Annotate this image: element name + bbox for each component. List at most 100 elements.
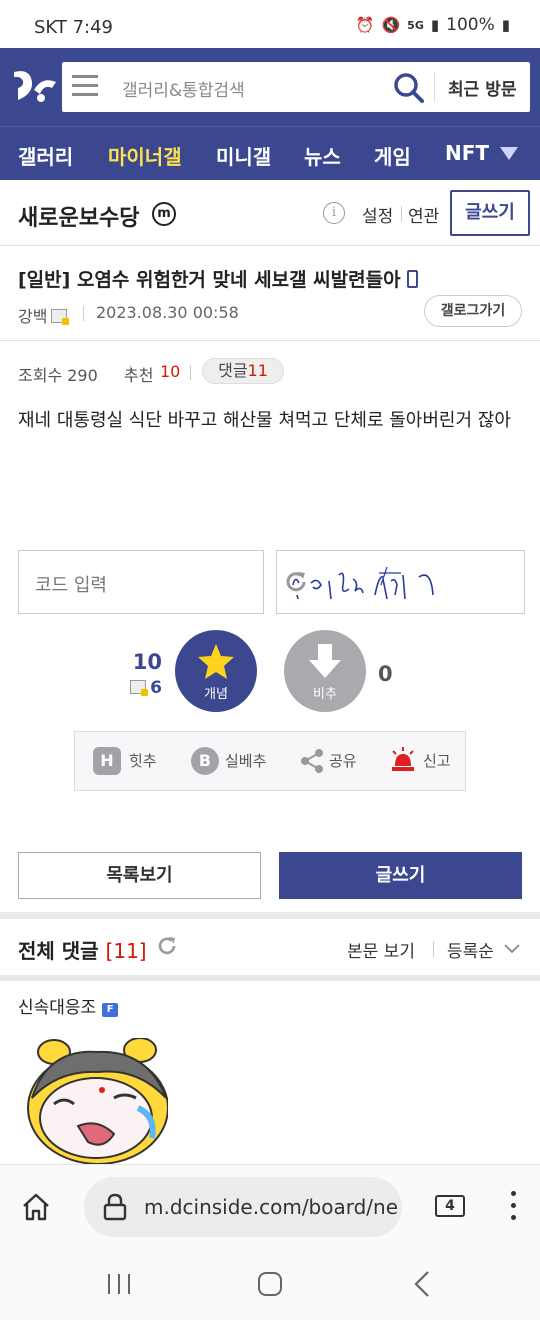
post-body: 재네 대통령실 식단 바꾸고 해산물 쳐먹고 단체로 돌아버린거 잖아: [18, 410, 511, 431]
captcha-scribble-icon: [292, 566, 434, 600]
sort-order-select[interactable]: 등록순: [447, 937, 494, 962]
list-button[interactable]: 목록보기: [18, 852, 261, 899]
tabs-button[interactable]: 4: [435, 1195, 465, 1217]
view-body-button[interactable]: 본문 보기: [347, 937, 415, 962]
post-date: 2023.08.30 00:58: [96, 303, 239, 322]
search-icon[interactable]: [392, 71, 426, 105]
browser-toolbar: m.dcinside.com/board/ne 4: [0, 1164, 540, 1250]
author-name[interactable]: 강백: [18, 307, 47, 326]
refresh-comments-icon[interactable]: [156, 935, 178, 957]
hit-icon[interactable]: H: [93, 747, 121, 775]
system-nav-bar: [0, 1250, 540, 1320]
lock-icon: [103, 1193, 127, 1221]
section-divider: [0, 912, 540, 919]
home-icon[interactable]: [20, 1191, 52, 1223]
post-title-text: [일반] 오염수 위험한거 맞네 세보갤 씨발련들아: [18, 269, 401, 291]
comment-author[interactable]: 신속대응조 F: [18, 993, 119, 1018]
status-bar: SKT 7:49 ⏰ 🔇 5G ▮ 100% ▮: [0, 0, 540, 48]
comments-header: 전체 댓글 [11] 본문 보기 등록순: [0, 919, 540, 975]
battery-percent: 100%: [446, 15, 495, 35]
dccon-sticker-image: [18, 1038, 168, 1164]
nav-expand-icon[interactable]: [500, 147, 518, 160]
comment-badge-count: 11: [247, 361, 268, 380]
downvote-button[interactable]: 비추: [284, 630, 366, 712]
nav-item-news[interactable]: 뉴스: [304, 141, 341, 170]
gallog-icon: [130, 680, 149, 696]
alarm-icon: ⏰: [355, 16, 375, 34]
upvote-label: 개념: [204, 687, 228, 702]
nav-item-mini-gallery[interactable]: 미니갤: [216, 141, 271, 170]
dc-logo-icon[interactable]: [8, 62, 58, 110]
gallery-title[interactable]: 새로운보수당: [18, 200, 139, 232]
status-icons: ⏰ 🔇 5G ▮ 100% ▮: [356, 15, 510, 35]
siren-icon[interactable]: [389, 746, 417, 774]
network-5g-icon: 5G: [407, 18, 424, 32]
downvote-count: 0: [378, 662, 393, 686]
report-button[interactable]: 신고: [423, 750, 451, 771]
share-icon[interactable]: [299, 748, 325, 774]
captcha-placeholder: 코드 입력: [35, 575, 107, 596]
mute-icon: 🔇: [381, 16, 401, 34]
divider: [433, 941, 434, 957]
best-recommend-button[interactable]: 실베추: [225, 750, 266, 771]
fixed-upvote-value: 6: [150, 678, 162, 698]
address-bar[interactable]: m.dcinside.com/board/ne: [84, 1177, 402, 1237]
comment-count-badge[interactable]: 댓글11: [202, 358, 284, 384]
nav-item-gallery[interactable]: 갤러리: [18, 141, 73, 170]
fixed-nick-icon: F: [102, 1003, 119, 1017]
more-menu-icon[interactable]: [508, 1191, 518, 1225]
hit-recommend-button[interactable]: 힛추: [129, 750, 157, 771]
chevron-down-icon[interactable]: [503, 939, 521, 957]
divider: [83, 306, 84, 321]
back-icon[interactable]: [412, 1270, 432, 1298]
captcha-image: [276, 550, 525, 614]
write-post-button[interactable]: 글쓰기: [450, 190, 530, 236]
related-link[interactable]: 연관: [408, 202, 439, 227]
clock: 7:49: [72, 17, 113, 38]
recommend-label: 추천: [124, 366, 154, 385]
status-carrier-time: SKT 7:49: [34, 17, 113, 38]
captcha-code-input[interactable]: 코드 입력: [18, 550, 264, 614]
fixed-upvote-count: 6: [108, 678, 162, 698]
menu-icon[interactable]: [72, 75, 98, 97]
recommend-count: 10: [160, 362, 181, 381]
info-icon[interactable]: i: [323, 202, 345, 224]
comment-author-name[interactable]: 신속대응조: [18, 998, 96, 1018]
url-text[interactable]: m.dcinside.com/board/ne: [144, 1195, 398, 1219]
settings-link[interactable]: 설정: [362, 202, 393, 227]
search-input[interactable]: 갤러리&통합검색: [122, 76, 245, 101]
main-nav: 갤러리 마이너갤 미니갤 뉴스 게임 NFT: [0, 126, 540, 180]
view-count: 조회수 290: [18, 366, 98, 385]
divider: [401, 206, 402, 222]
section-divider: [0, 975, 540, 981]
post-author[interactable]: 강백: [18, 303, 70, 327]
home-nav-icon[interactable]: [257, 1271, 283, 1297]
search-box[interactable]: 갤러리&통합검색 최근 방문: [62, 62, 530, 112]
comments-count: [11]: [105, 939, 147, 963]
star-icon: [198, 644, 234, 679]
gallog-button[interactable]: 갤로그가기: [424, 295, 522, 327]
site-header: 갤러리&통합검색 최근 방문: [0, 48, 540, 126]
comment-badge-label: 댓글: [218, 361, 248, 380]
search-divider: [434, 72, 435, 102]
nav-item-minor-gallery[interactable]: 마이너갤: [108, 141, 182, 170]
mobile-icon: [406, 270, 418, 288]
signal-icon: ▮: [430, 16, 440, 34]
comments-title-text: 전체 댓글: [18, 939, 99, 963]
recent-visit-button[interactable]: 최근 방문: [448, 75, 516, 100]
battery-icon: ▮: [501, 16, 510, 34]
post-header: [일반] 오염수 위험한거 맞네 세보갤 씨발련들아 강백 2023.08.30…: [0, 246, 540, 341]
upvote-button[interactable]: 개념: [175, 630, 257, 712]
share-button[interactable]: 공유: [329, 750, 357, 771]
share-bar: H 힛추 B 실베추 공유 신고: [74, 731, 466, 791]
carrier-label: SKT: [34, 17, 67, 38]
refresh-captcha-icon[interactable]: [283, 569, 309, 595]
write-button[interactable]: 글쓰기: [279, 852, 522, 899]
recent-apps-icon[interactable]: [106, 1272, 132, 1296]
divider: [190, 365, 191, 380]
nav-item-nft[interactable]: NFT: [445, 141, 489, 165]
nav-item-game[interactable]: 게임: [374, 141, 411, 170]
comments-title: 전체 댓글 [11]: [18, 935, 147, 964]
minor-gallery-badge-icon: m: [152, 202, 176, 226]
best-icon[interactable]: B: [191, 747, 219, 775]
